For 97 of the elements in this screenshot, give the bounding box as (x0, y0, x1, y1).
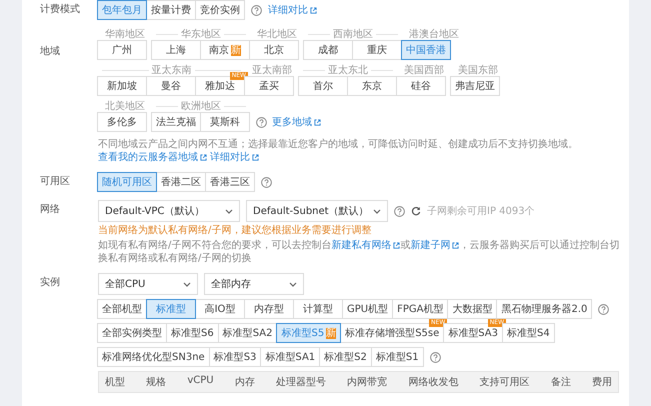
billing-option[interactable]: 竞价实例 (195, 0, 245, 20)
region-option[interactable]: 上海 (151, 40, 201, 60)
region-option[interactable]: 北京 (249, 40, 299, 60)
billing-option[interactable]: 按量计费 (146, 0, 196, 20)
instance-type-option[interactable]: 标准型S6 (166, 323, 219, 343)
region-group-label: 港澳台地区 (408, 28, 460, 41)
region-option[interactable]: 弗吉尼亚 (450, 76, 500, 96)
column-header: 内存 (234, 376, 255, 389)
vpc-select[interactable]: Default-VPC（默认） (98, 200, 240, 222)
external-link-icon (393, 242, 400, 249)
field-label: 网络 (40, 203, 61, 217)
region-group-label: 西南地区 (332, 28, 374, 41)
external-link-icon (200, 154, 207, 161)
region-group-label: 美国东部 (457, 64, 499, 77)
zone-option[interactable]: 香港三区 (205, 172, 255, 192)
region-option[interactable]: 广州 (97, 40, 147, 60)
region-group-label: 欧洲地区 (180, 100, 222, 113)
external-link-icon (252, 154, 260, 161)
column-header: 处理器型号 (276, 376, 326, 389)
instance-family-option[interactable]: 黑石物理服务器2.0 (496, 299, 592, 319)
instance-type-option[interactable]: 标准型SA2 (218, 323, 278, 343)
help-icon[interactable] (394, 206, 405, 216)
subnet-ip-info: 子网剩余可用IP 4093个 (427, 205, 535, 218)
instance-type-option[interactable]: 标准型SA1 (260, 347, 320, 367)
instance-family-option[interactable]: 内存型 (244, 299, 294, 319)
column-header: 规格 (146, 376, 166, 389)
region-note-link[interactable]: 详细对比 (210, 151, 260, 164)
region-group-label: 华东地区 (180, 28, 222, 41)
column-header: 费用 (592, 376, 612, 389)
field-label: 地域 (40, 44, 61, 59)
memory-select[interactable]: 全部内存 (204, 273, 304, 295)
chevron-down-icon (225, 208, 233, 214)
region-option[interactable]: 南京 新 (200, 40, 250, 60)
region-group-label: 美国西部 (403, 64, 445, 77)
region-option[interactable]: 东京 (347, 76, 397, 96)
column-header: 内网带宽 (347, 376, 388, 389)
region-option[interactable]: 首尔 (298, 76, 348, 96)
region-option[interactable]: 法兰克福 (151, 112, 201, 132)
instance-type-option[interactable]: 标准型S3 (208, 347, 262, 367)
create-link[interactable]: 新建子网 (410, 239, 460, 252)
instance-family-option[interactable]: 大数据型 (447, 299, 498, 319)
instance-family-option[interactable]: 计算型 (293, 299, 343, 319)
column-header: 支持可用区 (480, 376, 530, 389)
subnet-select[interactable]: Default-Subnet（默认） (246, 200, 388, 222)
field-label: 实例 (40, 276, 61, 290)
network-warning: 当前网络为默认私有网络/子网，建议您根据业务需要进行调整 (98, 224, 372, 237)
region-option[interactable]: 新加坡 (97, 76, 147, 96)
chevron-down-icon (289, 282, 297, 286)
instance-type-option[interactable]: 标准网络优化型SN3ne (97, 347, 210, 367)
new-badge: 新 (326, 328, 336, 339)
column-header: 网络收发包 (408, 376, 458, 389)
help-icon[interactable] (430, 352, 441, 362)
more-regions-link[interactable]: 更多地域 (272, 115, 321, 129)
chevron-down-icon (183, 282, 191, 286)
external-link-icon (310, 6, 317, 14)
region-group-label: 亚太东北 (327, 64, 369, 77)
region-group-label: 华南地区 (104, 28, 146, 41)
region-group-label: 华北地区 (256, 28, 298, 41)
column-header: 机型 (105, 376, 125, 389)
instance-family-option[interactable]: 高IO型 (195, 299, 245, 319)
help-icon[interactable] (261, 176, 272, 188)
region-option[interactable]: 孟买 (244, 76, 294, 96)
instance-family-option[interactable]: FPGA机型 (392, 299, 448, 319)
region-option[interactable]: 硅谷 (396, 76, 446, 96)
column-header: vCPU (187, 375, 214, 388)
chevron-down-icon (373, 208, 381, 214)
region-option[interactable]: 重庆 (352, 40, 402, 60)
refresh-icon[interactable] (411, 206, 421, 216)
help-icon[interactable] (256, 116, 267, 128)
field-label: 计费模式 (40, 2, 81, 17)
region-option[interactable]: 莫斯科 (200, 112, 250, 132)
instance-type-option[interactable]: 全部实例类型 (97, 323, 167, 343)
create-link[interactable]: 新建私有网络 (331, 239, 400, 252)
region-option[interactable]: 多伦多 (97, 112, 147, 132)
region-note-link[interactable]: 查看我的云服务器地域 (98, 151, 207, 164)
compare-link[interactable]: 详细对比 (268, 3, 317, 17)
instance-family-option[interactable]: 全部机型 (97, 299, 147, 319)
instance-type-option[interactable]: 标准型S4 (502, 323, 555, 343)
region-group-label: 亚太南部 (251, 64, 293, 77)
external-link-icon (452, 242, 460, 249)
region-group-label: 亚太东南 (150, 64, 192, 77)
region-group-label: 北美地区 (104, 100, 146, 113)
new-badge: 新 (231, 44, 241, 56)
help-icon[interactable] (598, 304, 610, 314)
zone-option[interactable]: 香港二区 (156, 172, 206, 192)
help-icon[interactable] (251, 4, 262, 16)
cpu-select[interactable]: 全部CPU (98, 273, 198, 295)
region-note: 不同地域云产品之间内网不互通；选择最靠近您客户的地域，可降低访问时延、创建成功后不支持切换地域。 (98, 139, 578, 150)
column-header: 备注 (550, 376, 571, 389)
region-option[interactable]: 成都 (303, 40, 353, 60)
external-link-icon (314, 118, 321, 126)
field-label: 可用区 (40, 175, 71, 189)
instance-type-option[interactable]: 标准型S2 (319, 347, 372, 367)
instance-family-option[interactable]: GPU机型 (342, 299, 394, 319)
region-option[interactable]: 曼谷 (146, 76, 196, 96)
instance-type-option[interactable]: 标准型S1 (370, 347, 424, 367)
network-hint: 如现有私有网络/子网不符合您的要求，可以去控制台新建私有网络 或新建子网 ，云服务器购买后可以通过控制台切换私有网络或私有网络/子网的切换 (98, 239, 620, 265)
